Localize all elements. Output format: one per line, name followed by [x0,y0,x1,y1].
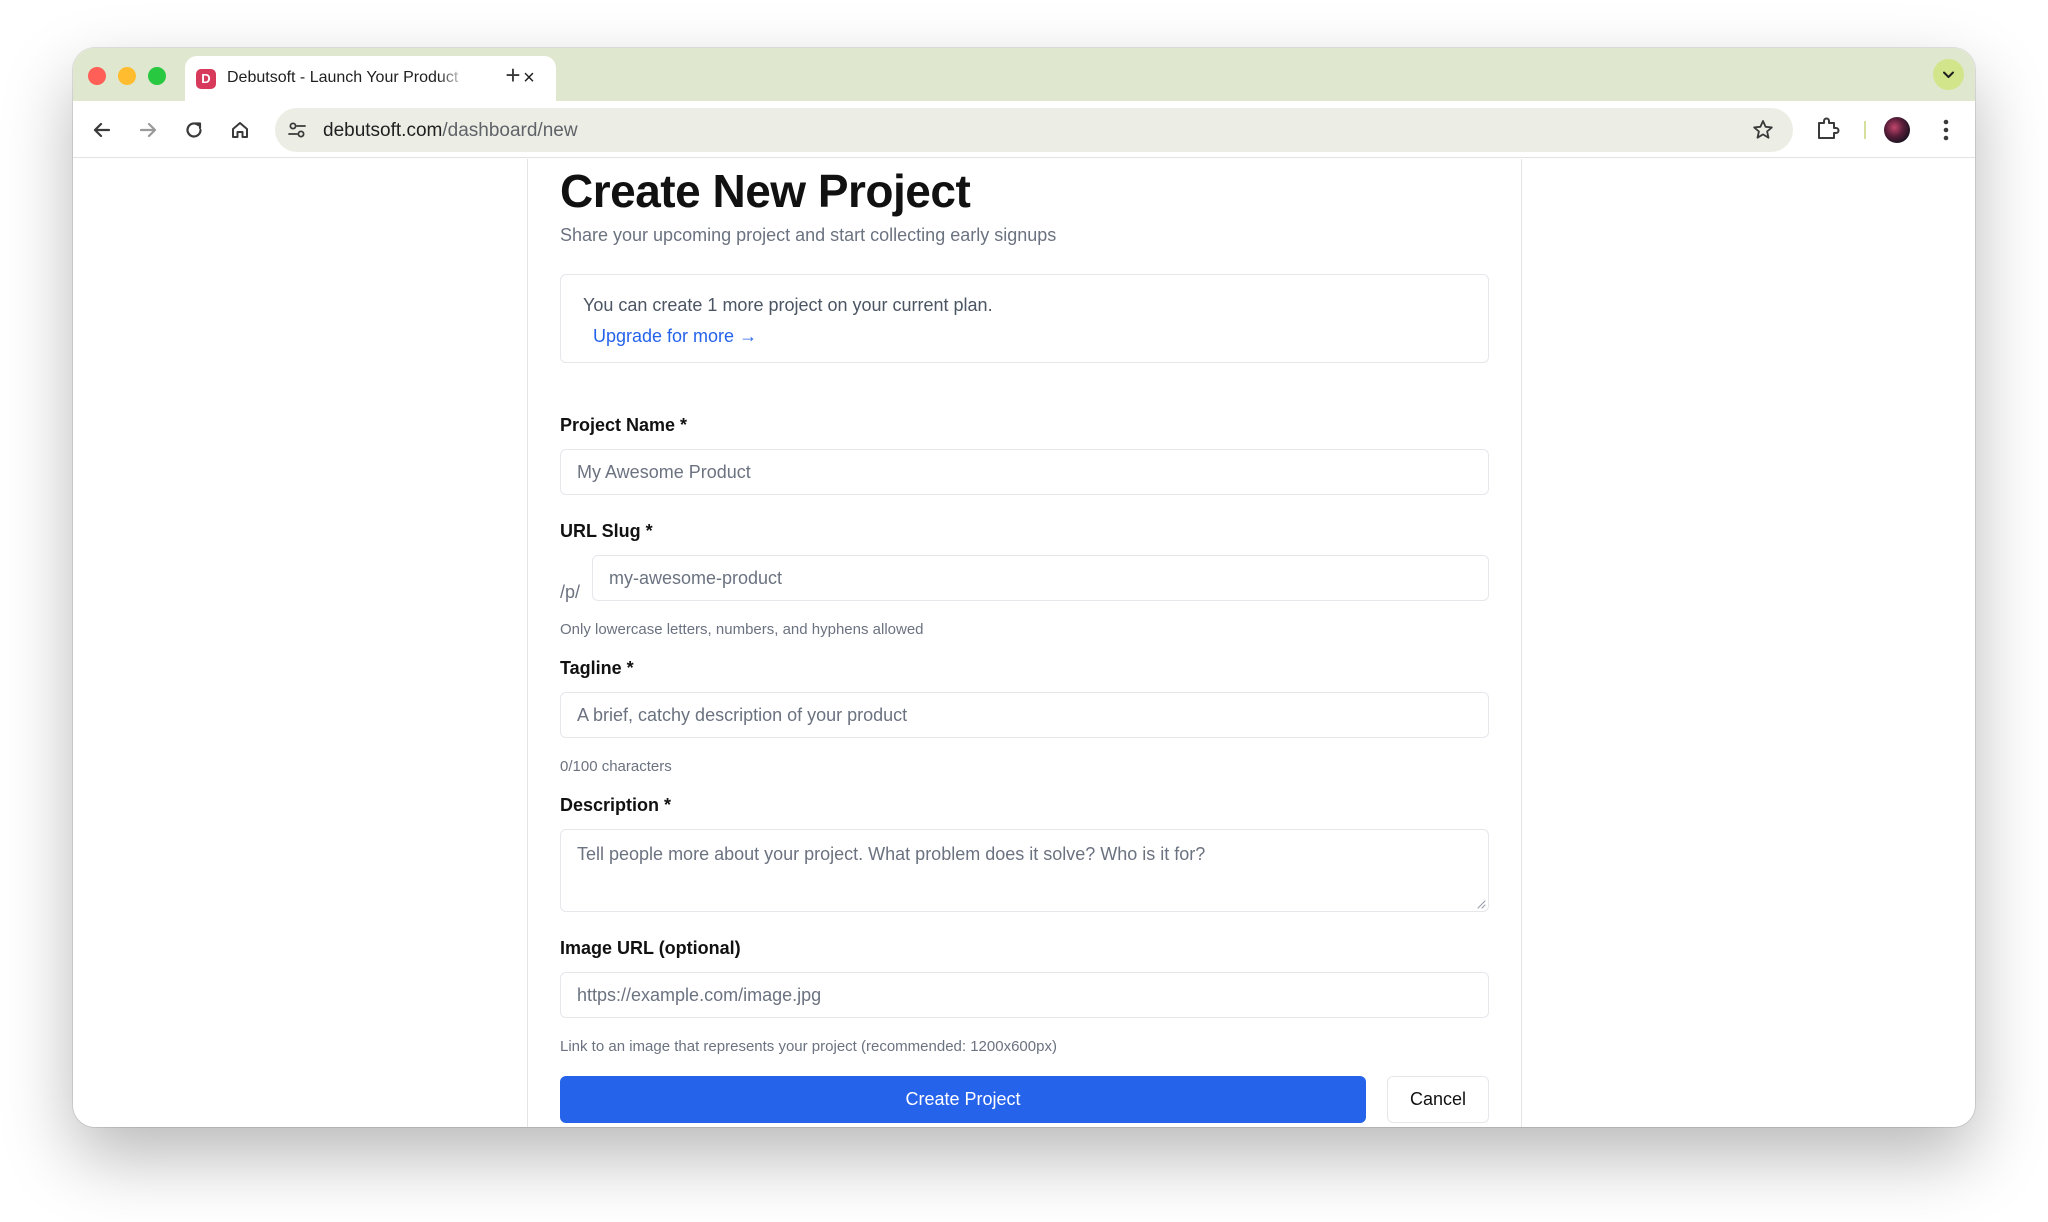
tagline-label: Tagline * [560,658,634,678]
kebab-menu-icon[interactable] [1934,115,1958,145]
resize-grip-icon[interactable] [1476,899,1486,909]
url-text[interactable]: debutsoft.com/dashboard/new [323,120,578,142]
tab-search-button[interactable] [1933,59,1964,90]
plan-notice-text: You can create 1 more project on your cu… [583,295,993,315]
tagline-input[interactable]: A brief, catchy description of your prod… [560,692,1489,738]
close-window-button[interactable] [88,67,106,85]
url-slug-placeholder: my-awesome-product [609,568,783,588]
tab-strip: D Debutsoft - Launch Your Product × + [73,48,1975,101]
browser-toolbar: debutsoft.com/dashboard/new [73,101,1975,158]
description-textarea[interactable]: Tell people more about your project. Wha… [560,829,1489,912]
page-subtitle: Share your upcoming project and start co… [560,225,1057,245]
minimize-window-button[interactable] [118,67,136,85]
browser-window: D Debutsoft - Launch Your Product × + de… [73,48,1975,1127]
tagline-placeholder: A brief, catchy description of your prod… [577,705,908,725]
description-placeholder: Tell people more about your project. Wha… [577,844,1206,864]
image-url-help: Link to an image that represents your pr… [560,1038,1057,1055]
upgrade-link[interactable]: Upgrade for more → [593,326,757,347]
back-arrow-icon [93,122,111,138]
page-content: Create New Project Share your upcoming p… [73,159,1975,1127]
back-button[interactable] [87,115,117,145]
tagline-counter: 0/100 characters [560,758,672,775]
puzzle-icon[interactable] [1813,115,1841,143]
image-url-label: Image URL (optional) [560,938,741,958]
plan-notice: You can create 1 more project on your cu… [560,274,1489,363]
tab-title: Debutsoft - Launch Your Product [227,69,459,86]
profile-avatar[interactable] [1884,117,1910,143]
home-icon [232,122,248,138]
new-tab-button[interactable]: + [498,60,528,90]
home-button[interactable] [225,115,255,145]
url-host: debutsoft.com [323,120,443,141]
page-title: Create New Project [560,165,971,217]
create-project-button[interactable]: Create Project [560,1076,1366,1123]
forward-button[interactable] [133,115,163,145]
project-name-placeholder: My Awesome Product [577,462,751,482]
url-slug-prefix: /p/ [560,582,581,602]
address-bar[interactable]: debutsoft.com/dashboard/new [275,108,1793,152]
reload-icon [186,122,202,138]
description-label: Description * [560,795,672,815]
url-slug-label: URL Slug * [560,521,653,541]
maximize-window-button[interactable] [148,67,166,85]
project-name-label: Project Name * [560,415,688,435]
cancel-button[interactable]: Cancel [1387,1076,1489,1123]
project-name-input[interactable]: My Awesome Product [560,449,1489,495]
image-url-placeholder: https://example.com/image.jpg [577,985,822,1005]
url-path: /dashboard/new [442,120,578,141]
url-slug-input[interactable]: my-awesome-product [592,555,1489,601]
image-url-input[interactable]: https://example.com/image.jpg [560,972,1489,1018]
toolbar-divider [1864,121,1866,139]
star-icon[interactable] [1751,118,1775,142]
url-slug-help: Only lowercase letters, numbers, and hyp… [560,621,924,638]
form-panel: Create New Project Share your upcoming p… [527,159,1522,1127]
tune-icon[interactable] [287,120,307,140]
chevron-down-icon [1943,71,1954,78]
forward-arrow-icon [139,122,157,138]
reload-button[interactable] [179,115,209,145]
debutsoft-favicon-icon: D [196,69,216,89]
